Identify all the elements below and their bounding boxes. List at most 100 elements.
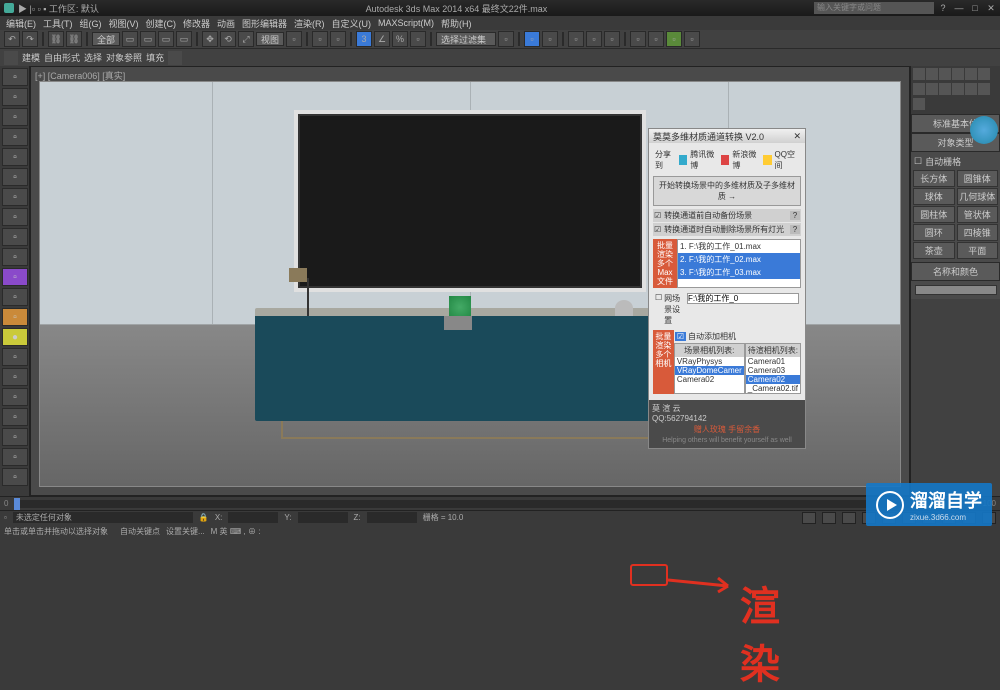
help2-icon[interactable]: ? <box>790 225 800 234</box>
autocam-checkbox[interactable]: ☑ <box>675 332 686 341</box>
z-field[interactable] <box>367 512 417 523</box>
menu-maxscript[interactable]: MAXScript(M) <box>376 18 436 28</box>
minimize-icon[interactable]: — <box>954 3 964 13</box>
file-item[interactable]: 2. F:\我的工作_02.max <box>678 253 800 266</box>
dellight-checkbox[interactable]: ☑ <box>654 225 661 234</box>
tencent-weibo-icon[interactable] <box>679 155 688 165</box>
autogrid-checkbox[interactable]: ☐ <box>914 156 922 167</box>
cam-item[interactable]: VRayPhysys <box>675 357 744 366</box>
qzone-icon[interactable] <box>763 155 772 165</box>
selection-set-icon[interactable]: ▫ <box>312 31 328 47</box>
percent-snap-icon[interactable]: % <box>392 31 408 47</box>
share-sina[interactable]: 新浪微博 <box>732 149 760 171</box>
ltool-8-icon[interactable]: ▫ <box>2 208 28 226</box>
ltool-1-icon[interactable]: ▫ <box>2 68 28 86</box>
ltool-21-icon[interactable]: ▫ <box>2 468 28 486</box>
ribbon-more-icon[interactable] <box>168 51 182 65</box>
ltool-10-icon[interactable]: ▫ <box>2 248 28 266</box>
ltool-18-icon[interactable]: ▫ <box>2 408 28 426</box>
mirror-icon[interactable]: ▫ <box>330 31 346 47</box>
render-icon[interactable]: ▫ <box>666 31 682 47</box>
ltool-3-icon[interactable]: ▫ <box>2 108 28 126</box>
menu-custom[interactable]: 自定义(U) <box>330 17 374 30</box>
ribbon-tab-fill[interactable]: 填充 <box>146 51 164 64</box>
prim-pyramid[interactable]: 四棱锥 <box>957 224 999 241</box>
selection-filter[interactable]: 全部 <box>92 32 120 46</box>
hierarchy-tab-icon[interactable] <box>939 68 951 80</box>
menu-edit[interactable]: 编辑(E) <box>4 17 38 30</box>
cat7-icon[interactable] <box>913 98 925 110</box>
menu-render[interactable]: 渲染(R) <box>292 17 327 30</box>
netscene-checkbox[interactable]: ☐ <box>655 293 662 326</box>
ltool-5-icon[interactable]: ▫ <box>2 148 28 166</box>
ltool-9-icon[interactable]: ▫ <box>2 228 28 246</box>
dialog-close-icon[interactable]: ✕ <box>793 131 801 142</box>
autokey-label[interactable]: 自动关键点 <box>120 526 160 537</box>
unlink-icon[interactable]: ⛓ <box>66 31 82 47</box>
cat3-icon[interactable] <box>939 83 951 95</box>
cam-item[interactable]: Camera02 <box>746 375 800 384</box>
goto-start-icon[interactable] <box>822 512 836 524</box>
menu-modifier[interactable]: 修改器 <box>181 17 212 30</box>
x-field[interactable] <box>228 512 278 523</box>
menu-help[interactable]: 帮助(H) <box>439 17 474 30</box>
ltool-11-icon[interactable]: ▫ <box>2 268 28 286</box>
window-crossing-icon[interactable]: ▭ <box>176 31 192 47</box>
render-prod-icon[interactable]: ▫ <box>684 31 700 47</box>
rotate-icon[interactable]: ⟲ <box>220 31 236 47</box>
cam-item[interactable]: _Camera02.tif <box>746 384 800 393</box>
cat6-icon[interactable] <box>978 83 990 95</box>
pivot-icon[interactable]: ▫ <box>286 31 302 47</box>
object-color-swatch[interactable] <box>915 285 997 295</box>
utilities-tab-icon[interactable] <box>978 68 990 80</box>
named-sel-set[interactable]: 选择过滤集 <box>436 32 496 46</box>
chat-bubble-icon[interactable] <box>970 116 998 144</box>
ref-coord-combo[interactable]: 视图 <box>256 32 284 46</box>
prim-torus[interactable]: 圆环 <box>913 224 955 241</box>
menu-create[interactable]: 创建(C) <box>144 17 179 30</box>
select-name-icon[interactable]: ▭ <box>140 31 156 47</box>
convert-button[interactable]: 开始转换场景中的多维材质及子多维材质 → <box>653 176 801 206</box>
curve-editor-icon[interactable]: ▫ <box>568 31 584 47</box>
select-icon[interactable]: ▭ <box>122 31 138 47</box>
angle-snap-icon[interactable]: ∠ <box>374 31 390 47</box>
ribbon-toggle-icon[interactable] <box>4 51 18 65</box>
ltool-7-icon[interactable]: ▫ <box>2 188 28 206</box>
render-setup-icon[interactable]: ▫ <box>630 31 646 47</box>
help-icon[interactable]: ? <box>938 3 948 13</box>
select-region-icon[interactable]: ▭ <box>158 31 174 47</box>
cam-item[interactable]: Camera03 <box>746 366 800 375</box>
prim-cone[interactable]: 圆锥体 <box>957 170 999 187</box>
ltool-4-icon[interactable]: ▫ <box>2 128 28 146</box>
close-icon[interactable]: ✕ <box>986 3 996 13</box>
share-qzone[interactable]: QQ空间 <box>775 149 799 171</box>
prim-teapot[interactable]: 茶壶 <box>913 242 955 259</box>
cat1-icon[interactable] <box>913 83 925 95</box>
ltool-16-icon[interactable]: ▫ <box>2 368 28 386</box>
backup-checkbox[interactable]: ☑ <box>654 211 661 220</box>
prim-geosphere[interactable]: 几何球体 <box>957 188 999 205</box>
ltool-20-icon[interactable]: ▫ <box>2 448 28 466</box>
ribbon-tab-select[interactable]: 选择 <box>84 51 102 64</box>
ltool-14-icon[interactable]: ● <box>2 328 28 346</box>
move-icon[interactable]: ✥ <box>202 31 218 47</box>
modify-tab-icon[interactable] <box>926 68 938 80</box>
maxscript-icon[interactable]: ▫ <box>4 513 7 522</box>
menu-graph[interactable]: 图形编辑器 <box>240 17 289 30</box>
prim-cyl[interactable]: 圆柱体 <box>913 206 955 223</box>
ribbon-tab-objref[interactable]: 对象参照 <box>106 51 142 64</box>
create-tab-icon[interactable] <box>913 68 925 80</box>
prim-plane[interactable]: 平面 <box>957 242 999 259</box>
cat5-icon[interactable] <box>965 83 977 95</box>
setkey-label[interactable]: 设置关键... <box>166 526 205 537</box>
schematic-icon[interactable]: ▫ <box>586 31 602 47</box>
menu-view[interactable]: 视图(V) <box>107 17 141 30</box>
prev-frame-icon[interactable] <box>842 512 856 524</box>
ltool-2-icon[interactable]: ▫ <box>2 88 28 106</box>
maximize-icon[interactable]: □ <box>970 3 980 13</box>
snap-icon[interactable]: 3 <box>356 31 372 47</box>
ribbon-tab-modeling[interactable]: 建模 <box>22 51 40 64</box>
ltool-19-icon[interactable]: ▫ <box>2 428 28 446</box>
file-list[interactable]: 1. F:\我的工作_01.max 2. F:\我的工作_02.max 3. F… <box>677 239 801 288</box>
menu-tools[interactable]: 工具(T) <box>41 17 75 30</box>
